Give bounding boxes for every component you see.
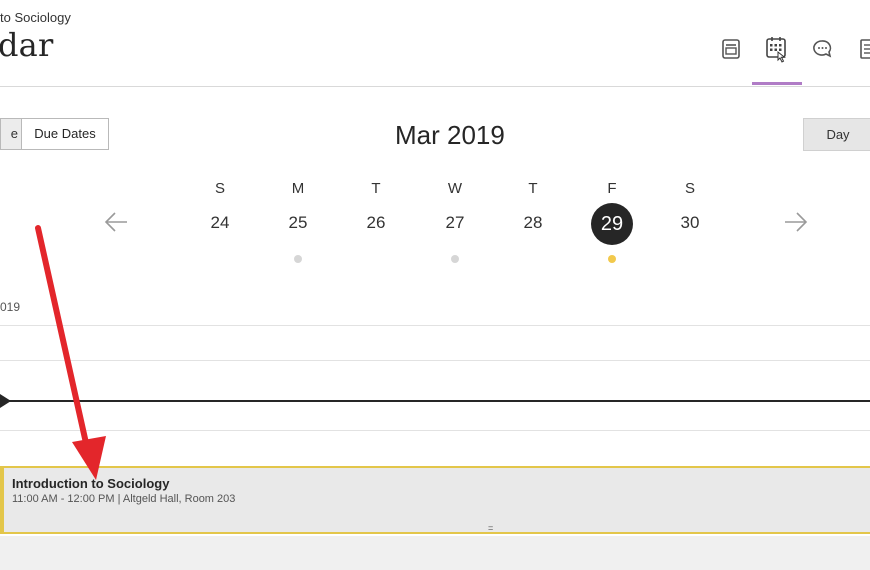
date-cell-today[interactable]: 29 bbox=[591, 203, 633, 245]
event-details: 11:00 AM - 12:00 PM | Altgeld Hall, Room… bbox=[12, 493, 236, 505]
course-content-icon[interactable] bbox=[718, 36, 744, 62]
date-cell[interactable]: 26 bbox=[356, 213, 396, 233]
next-week-arrow-icon[interactable] bbox=[782, 206, 810, 238]
event-title[interactable]: Introduction to Sociology bbox=[12, 476, 169, 491]
page-title: dar bbox=[0, 26, 54, 64]
calendar-icon[interactable] bbox=[764, 36, 790, 63]
hour-gridline bbox=[0, 325, 870, 326]
current-time-marker bbox=[0, 394, 11, 408]
weekday-label: M bbox=[291, 180, 305, 197]
resize-handle-icon[interactable]: = bbox=[488, 523, 493, 533]
weekday-label: S bbox=[214, 180, 225, 197]
date-cell[interactable]: 30 bbox=[670, 213, 710, 233]
hour-gridline bbox=[0, 360, 870, 361]
schedule-day-label: 019 bbox=[0, 300, 21, 314]
event-indicator-dot bbox=[451, 255, 459, 263]
weekday-label: W bbox=[447, 180, 463, 197]
weekday-label: T bbox=[371, 180, 381, 197]
date-cell[interactable]: 28 bbox=[513, 213, 553, 233]
current-time-line bbox=[0, 400, 870, 402]
weekday-label: T bbox=[528, 180, 538, 197]
weekday-label: S bbox=[684, 180, 695, 197]
header-divider bbox=[0, 86, 870, 87]
date-cell[interactable]: 24 bbox=[200, 213, 240, 233]
day-view-button[interactable]: Day bbox=[803, 118, 870, 151]
date-cell[interactable]: 27 bbox=[435, 213, 475, 233]
month-title: Mar 2019 bbox=[395, 120, 505, 150]
discussions-icon[interactable] bbox=[810, 36, 836, 62]
view-due-dates-button[interactable]: Due Dates bbox=[21, 118, 109, 150]
gradebook-icon[interactable] bbox=[856, 36, 870, 62]
breadcrumb[interactable]: to Sociology bbox=[0, 10, 71, 25]
date-cell[interactable]: 25 bbox=[278, 213, 318, 233]
view-schedule-button[interactable]: e bbox=[0, 118, 22, 150]
weekday-label: F bbox=[607, 180, 617, 197]
hour-gridline bbox=[0, 430, 870, 431]
event-indicator-dot bbox=[294, 255, 302, 263]
today-indicator-dot bbox=[608, 255, 616, 263]
schedule-lower-area bbox=[0, 536, 870, 570]
previous-week-arrow-icon[interactable] bbox=[102, 206, 130, 238]
active-tab-indicator bbox=[752, 82, 802, 85]
